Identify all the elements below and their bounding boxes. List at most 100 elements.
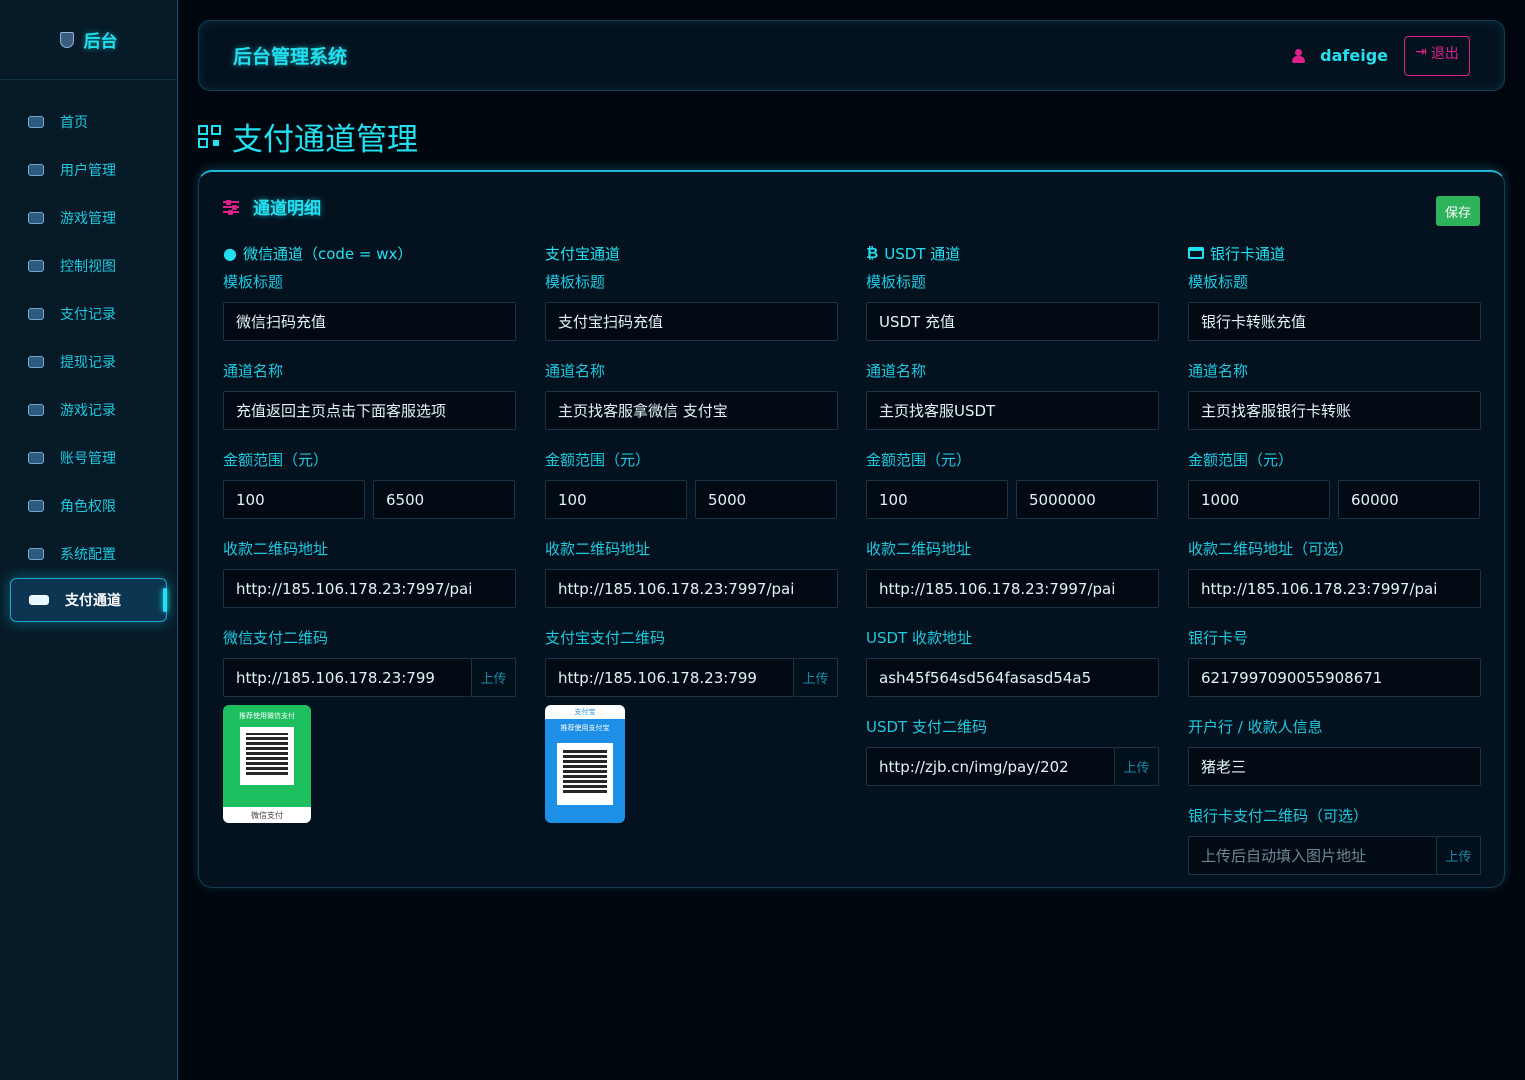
sidebar-item-control-view[interactable]: 控制视图 bbox=[0, 242, 177, 290]
bank-card-number-input[interactable]: 6217997090055908671 bbox=[1188, 658, 1481, 697]
usdt-pay-qr-input[interactable]: http://zjb.cn/img/pay/202 bbox=[866, 747, 1114, 786]
sidebar-item-label: 角色权限 bbox=[60, 499, 116, 515]
alipay-amount-max-input[interactable]: 5000 bbox=[695, 480, 837, 519]
active-indicator bbox=[163, 588, 167, 612]
bank-heading-text: 银行卡通道 bbox=[1210, 244, 1286, 263]
gear-icon bbox=[28, 548, 44, 560]
bank-pay-qr-input[interactable]: 上传后自动填入图片地址 bbox=[1188, 836, 1436, 875]
alipay-card-caption: 推荐使用支付宝 bbox=[560, 724, 610, 732]
bank-amount-min-input[interactable]: 1000 bbox=[1188, 480, 1330, 519]
wechat-channel-name-input[interactable]: 充值返回主页点击下面客服选项 bbox=[223, 391, 516, 430]
shield-icon bbox=[59, 31, 74, 48]
top-header: 后台管理系统 dafeige ⇥ 退出 bbox=[198, 20, 1505, 91]
template-title-label: 模板标题 bbox=[545, 272, 606, 291]
usdt-amount-min-input[interactable]: 100 bbox=[866, 480, 1008, 519]
pay-qr-label: 银行卡支付二维码（可选） bbox=[1188, 806, 1369, 825]
usdt-wallet-address-input[interactable]: ash45f564sd564fasasd54a5 bbox=[866, 658, 1159, 697]
sidebar: 后台 首页 用户管理 游戏管理 控制视图 支付记录 提现记录 游戏记录 账号管理… bbox=[0, 0, 178, 1080]
sidebar-item-game-records[interactable]: 游戏记录 bbox=[0, 386, 177, 434]
logout-label: 退出 bbox=[1430, 44, 1459, 61]
card-number-label: 银行卡号 bbox=[1188, 628, 1249, 647]
panel-title: 通道明细 bbox=[253, 199, 321, 219]
panel-header: 通道明细 bbox=[223, 194, 321, 219]
template-title-label: 模板标题 bbox=[866, 272, 927, 291]
wechat-qr-preview: 推荐使用微信支付 微信支付 bbox=[223, 705, 311, 823]
wechat-channel-column: ● 微信通道（code = wx） 模板标题 微信扫码充值 通道名称 充值返回主… bbox=[223, 242, 516, 823]
sidebar-item-games[interactable]: 游戏管理 bbox=[0, 194, 177, 242]
usdt-channel-heading: ₿ USDT 通道 bbox=[866, 242, 1159, 264]
sidebar-item-system-config[interactable]: 系统配置 bbox=[0, 530, 177, 578]
username: dafeige bbox=[1320, 46, 1388, 65]
sidebar-item-label: 账号管理 bbox=[60, 451, 116, 467]
amount-range-row: 100 5000 bbox=[545, 470, 838, 519]
bank-info-input[interactable]: 猪老三 bbox=[1188, 747, 1481, 786]
sidebar-item-label: 系统配置 bbox=[60, 547, 116, 563]
qr-address-label: 收款二维码地址（可选） bbox=[1188, 539, 1354, 558]
sidebar-item-label: 支付通道 bbox=[65, 593, 121, 609]
wechat-upload-button[interactable]: 上传 bbox=[471, 658, 516, 697]
sidebar-item-withdraw-records[interactable]: 提现记录 bbox=[0, 338, 177, 386]
alipay-upload-button[interactable]: 上传 bbox=[793, 658, 838, 697]
bank-channel-name-input[interactable]: 主页找客服银行卡转账 bbox=[1188, 391, 1481, 430]
wechat-amount-min-input[interactable]: 100 bbox=[223, 480, 365, 519]
bank-channel-column: 银行卡通道 模板标题 银行卡转账充值 通道名称 主页找客服银行卡转账 金额范围（… bbox=[1188, 242, 1481, 875]
bank-amount-max-input[interactable]: 60000 bbox=[1338, 480, 1480, 519]
alipay-pay-qr-input[interactable]: http://185.106.178.23:799 bbox=[545, 658, 793, 697]
bank-info-label: 开户行 / 收款人信息 bbox=[1188, 717, 1323, 736]
bank-qr-address-input[interactable]: http://185.106.178.23:7997/pai bbox=[1188, 569, 1481, 608]
sidebar-item-payment-records[interactable]: 支付记录 bbox=[0, 290, 177, 338]
save-button[interactable]: 保存 bbox=[1436, 196, 1480, 226]
wechat-amount-max-input[interactable]: 6500 bbox=[373, 480, 515, 519]
usdt-upload-button[interactable]: 上传 bbox=[1114, 747, 1159, 786]
amount-range-label: 金额范围（元） bbox=[866, 450, 972, 469]
sidebar-item-roles[interactable]: 角色权限 bbox=[0, 482, 177, 530]
gamepad-icon bbox=[28, 212, 44, 224]
sliders-icon bbox=[28, 260, 44, 272]
qr-address-label: 收款二维码地址 bbox=[545, 539, 651, 558]
sidebar-item-label: 提现记录 bbox=[60, 355, 116, 371]
sidebar-item-users[interactable]: 用户管理 bbox=[0, 146, 177, 194]
alipay-channel-name-input[interactable]: 主页找客服拿微信 支付宝 bbox=[545, 391, 838, 430]
amount-range-row: 1000 60000 bbox=[1188, 470, 1481, 519]
wechat-qr-address-input[interactable]: http://185.106.178.23:7997/pai bbox=[223, 569, 516, 608]
wechat-card-footer-text: 微信支付 bbox=[251, 810, 283, 820]
money-icon bbox=[28, 308, 44, 320]
usdt-amount-max-input[interactable]: 5000000 bbox=[1016, 480, 1158, 519]
sidebar-item-accounts[interactable]: 账号管理 bbox=[0, 434, 177, 482]
template-title-label: 模板标题 bbox=[223, 272, 284, 291]
bank-channel-heading: 银行卡通道 bbox=[1188, 242, 1481, 264]
amount-range-row: 100 5000000 bbox=[866, 470, 1159, 519]
alipay-template-title-input[interactable]: 支付宝扫码充值 bbox=[545, 302, 838, 341]
alipay-amount-min-input[interactable]: 100 bbox=[545, 480, 687, 519]
logout-button[interactable]: ⇥ 退出 bbox=[1404, 35, 1470, 76]
bank-pay-qr-row: 上传后自动填入图片地址 上传 bbox=[1188, 836, 1481, 875]
template-title-label: 模板标题 bbox=[1188, 272, 1249, 291]
sidebar-item-home[interactable]: 首页 bbox=[0, 98, 177, 146]
bank-template-title-input[interactable]: 银行卡转账充值 bbox=[1188, 302, 1481, 341]
alipay-pay-qr-row: http://185.106.178.23:799 上传 bbox=[545, 658, 838, 697]
bank-upload-button[interactable]: 上传 bbox=[1436, 836, 1481, 875]
channel-name-label: 通道名称 bbox=[866, 361, 927, 380]
usdt-pay-qr-row: http://zjb.cn/img/pay/202 上传 bbox=[866, 747, 1159, 786]
users-icon bbox=[28, 164, 44, 176]
system-title: 后台管理系统 bbox=[233, 46, 348, 68]
sidebar-item-label: 游戏管理 bbox=[60, 211, 116, 227]
sign-out-icon: ⇥ bbox=[1415, 42, 1427, 59]
sidebar-nav: 首页 用户管理 游戏管理 控制视图 支付记录 提现记录 游戏记录 账号管理 角色… bbox=[0, 80, 177, 622]
wechat-template-title-input[interactable]: 微信扫码充值 bbox=[223, 302, 516, 341]
usdt-qr-address-input[interactable]: http://185.106.178.23:7997/pai bbox=[866, 569, 1159, 608]
alipay-heading-text: 支付宝通道 bbox=[545, 244, 621, 263]
header-user-area: dafeige ⇥ 退出 bbox=[1292, 35, 1470, 76]
sidebar-item-payment-channels[interactable]: 支付通道 bbox=[10, 578, 167, 622]
sidebar-item-label: 游戏记录 bbox=[60, 403, 116, 419]
wechat-pay-qr-input[interactable]: http://185.106.178.23:799 bbox=[223, 658, 471, 697]
qr-address-label: 收款二维码地址 bbox=[866, 539, 972, 558]
alipay-qr-address-input[interactable]: http://185.106.178.23:7997/pai bbox=[545, 569, 838, 608]
amount-range-label: 金额范围（元） bbox=[223, 450, 329, 469]
usdt-template-title-input[interactable]: USDT 充值 bbox=[866, 302, 1159, 341]
lock-icon bbox=[28, 452, 44, 464]
usdt-channel-name-input[interactable]: 主页找客服USDT bbox=[866, 391, 1159, 430]
shield-icon bbox=[28, 500, 44, 512]
pay-qr-label: 支付宝支付二维码 bbox=[545, 628, 666, 647]
sidebar-item-label: 控制视图 bbox=[60, 259, 116, 275]
